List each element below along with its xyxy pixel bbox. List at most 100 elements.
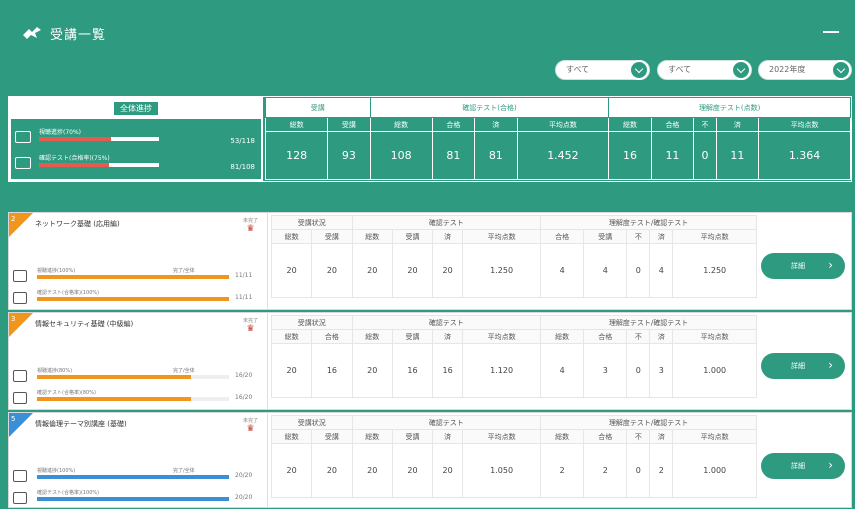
group-header: 理解度テスト/確認テスト [540,315,757,330]
column-header: 平均点数 [758,117,851,132]
details-button[interactable]: 詳細 [761,352,845,379]
progress-bar [37,397,229,401]
progress-bar [39,163,159,167]
column-header: 受講 [391,329,434,344]
column-header: 総数 [540,429,585,444]
column-header: 受講 [311,229,353,244]
summary-table: 受講 確認テスト(合格) 理解度テスト(点数) 総数 受講 総数 合格済平均点数 総数合… [264,97,851,181]
column-header: 総数 [264,117,329,132]
summary-value: 0 [693,131,717,180]
trophy-icon: ♛ [246,424,255,434]
table-cell: 20 [351,343,393,398]
course-progress-row: 視聴進捗(100%) 完了/全体 11/11 [13,267,263,287]
table-cell: 1.120 [462,343,542,398]
check-doc-icon [13,292,27,304]
progress-bar [37,375,229,379]
progress-count: 11/11 [235,272,253,279]
monitor-icon [13,470,27,482]
year-select[interactable]: 2022年度 [758,60,852,80]
table-cell: 20 [432,443,464,498]
filter-select-2[interactable]: すべて [657,60,752,80]
group-header: 理解度テスト/確認テスト [540,215,757,230]
monitor-icon [15,131,31,143]
column-header: 合格 [583,429,628,444]
column-header: 総数 [270,429,313,444]
course-progress-row: 確認テスト(合格率)(100%) 20/20 [13,489,263,509]
progress-bar [39,137,159,141]
progress-tag: 完了/全体 [173,268,195,274]
filter-select-2-value: すべて [668,65,692,74]
summary-count: 53/118 [230,137,255,145]
status-badge: 未完了 ♛ [243,318,259,334]
minimize-icon[interactable] [823,24,841,38]
course-card: 3 情報セキュリティ基礎 (中級編) 未完了 ♛ 視聴進捗(80%) 完了/全体 … [8,312,852,410]
column-header: 総数 [270,229,313,244]
column-header: 済 [474,117,518,132]
summary-value: 81 [431,131,476,180]
trophy-icon: ♛ [246,224,255,234]
course-card: 2 ネットワーク基礎 (応用編) 未完了 ♛ 視聴進捗(100%) 完了/全体 1… [8,212,852,310]
table-cell: 20 [270,243,313,298]
group-header: 受講状況 [271,315,353,330]
summary-panel: 全体進捗 視聴進捗(70%) 53/118 確認テスト(合格率)(75%) 81… [8,96,852,182]
table-cell: 0 [626,343,651,398]
table-cell: 20 [270,443,313,498]
chevron-down-icon[interactable] [731,60,751,80]
course-number: 2 [11,215,16,223]
course-number: 5 [11,415,16,423]
header: 受講一覧 [4,4,855,52]
column-header: 不 [626,329,651,344]
summary-value: 16 [608,131,652,180]
details-button[interactable]: 詳細 [761,452,845,479]
chevron-down-icon[interactable] [629,60,649,80]
table-cell: 3 [649,343,674,398]
table-cell: 2 [583,443,628,498]
filter-select-1[interactable]: すべて [555,60,650,80]
chevron-down-icon[interactable] [831,60,851,80]
check-doc-icon [13,492,27,504]
group-header: 受講状況 [271,215,353,230]
column-header: 不 [626,429,651,444]
table-cell: 1.050 [462,443,542,498]
course-table: 受講状況 確認テスト 理解度テスト/確認テスト 総数 合格 総数 受講済平均点数 総数合… [270,315,757,398]
progress-fill [37,497,229,501]
group-header: 理解度テスト/確認テスト [540,415,757,430]
summary-label: 確認テスト(合格率)(75%) [39,155,110,162]
app-window: 受講一覧 すべて すべて 2022年度 全体進捗 視聴進捗(70%) 53/11… [0,0,855,509]
check-doc-icon [15,157,31,169]
course-card: 5 情報倫理テーマ別講座 (基礎) 未完了 ♛ 視聴進捗(100%) 完了/全体 … [8,412,852,508]
progress-count: 11/11 [235,294,253,301]
monitor-icon [13,270,27,282]
table-cell: 4 [540,343,585,398]
column-header: 合格 [311,329,353,344]
column-header: 総数 [369,117,433,132]
details-button[interactable]: 詳細 [761,252,845,279]
table-cell: 2 [540,443,585,498]
column-header: 済 [432,229,464,244]
column-header: 平均点数 [462,329,542,344]
course-progress-row: 視聴進捗(100%) 完了/全体 20/20 [13,467,263,487]
column-header: 済 [715,117,760,132]
course-progress-row: 確認テスト(合格率)(80%) 16/20 [13,389,263,409]
table-cell: 20 [391,443,434,498]
table-cell: 2 [649,443,674,498]
progress-count: 16/20 [235,372,253,379]
column-header: 平均点数 [672,229,757,244]
summary-value: 1.364 [758,131,851,180]
progress-fill [37,475,229,479]
summary-value: 11 [650,131,695,180]
table-cell: 3 [583,343,628,398]
column-header: 合格 [650,117,695,132]
progress-fill [37,275,229,279]
table-cell: 20 [391,243,434,298]
table-cell: 0 [626,443,651,498]
progress-fill [37,397,191,401]
table-cell: 0 [626,243,651,298]
course-number: 3 [11,315,16,323]
table-cell: 20 [351,243,393,298]
table-cell: 1.250 [672,243,757,298]
divider [267,413,268,507]
table-cell: 4 [649,243,674,298]
summary-value: 108 [369,131,433,180]
group-header: 受講 [265,97,371,118]
